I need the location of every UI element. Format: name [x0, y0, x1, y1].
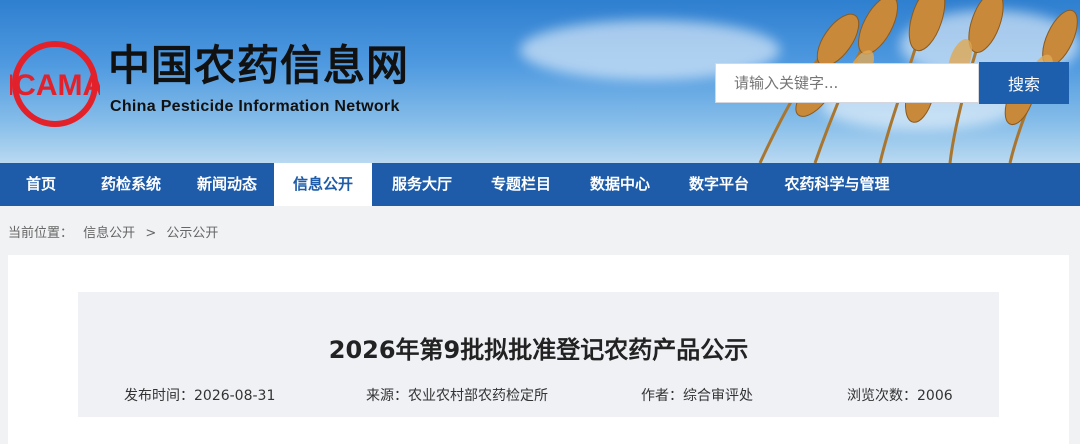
view-count: 浏览次数：2006: [847, 388, 953, 404]
search-input[interactable]: [715, 63, 979, 103]
breadcrumb-prefix: 当前位置：: [8, 226, 74, 241]
nav-item-service-hall[interactable]: 服务大厅: [372, 163, 472, 206]
content-panel: 2026年第9批拟批准登记农药产品公示 发布时间：2026-08-31 来源：农…: [8, 255, 1069, 444]
nav-item-info-disclosure[interactable]: 信息公开: [274, 163, 372, 206]
article-author: 作者：综合审评处: [641, 388, 753, 404]
nav-item-data-center[interactable]: 数据中心: [570, 163, 670, 206]
breadcrumb-link-public-notice[interactable]: 公示公开: [166, 226, 218, 241]
publish-time: 发布时间：2026-08-31: [124, 388, 276, 404]
article-header: 2026年第9批拟批准登记农药产品公示 发布时间：2026-08-31 来源：农…: [78, 292, 999, 417]
article-source: 来源：农业农村部农药检定所: [366, 388, 548, 404]
svg-text:ICAMA: ICAMA: [10, 69, 100, 102]
site-title: 中国农药信息网: [108, 41, 410, 90]
breadcrumb-separator: >: [145, 226, 157, 241]
nav-item-home[interactable]: 首页: [0, 163, 82, 206]
nav-item-inspection-system[interactable]: 药检系统: [82, 163, 180, 206]
article-title: 2026年第9批拟批准登记农药产品公示: [328, 336, 749, 364]
breadcrumb: 当前位置： 信息公开 > 公示公开: [8, 222, 224, 241]
main-nav: 首页 药检系统 新闻动态 信息公开 服务大厅 专题栏目 数据中心 数字平台 农药…: [0, 163, 1080, 206]
nav-item-digital-platform[interactable]: 数字平台: [670, 163, 768, 206]
site-subtitle: China Pesticide Information Network: [110, 98, 400, 115]
nav-item-pesticide-science[interactable]: 农药科学与管理: [768, 163, 906, 206]
header-banner: ICAMA 中国农药信息网 China Pesticide Informatio…: [0, 0, 1080, 163]
breadcrumb-link-info-disclosure[interactable]: 信息公开: [83, 226, 135, 241]
icama-logo-icon: ICAMA: [10, 41, 100, 127]
search-button[interactable]: 搜索: [979, 62, 1069, 104]
nav-item-news[interactable]: 新闻动态: [180, 163, 274, 206]
nav-item-special-topics[interactable]: 专题栏目: [472, 163, 570, 206]
